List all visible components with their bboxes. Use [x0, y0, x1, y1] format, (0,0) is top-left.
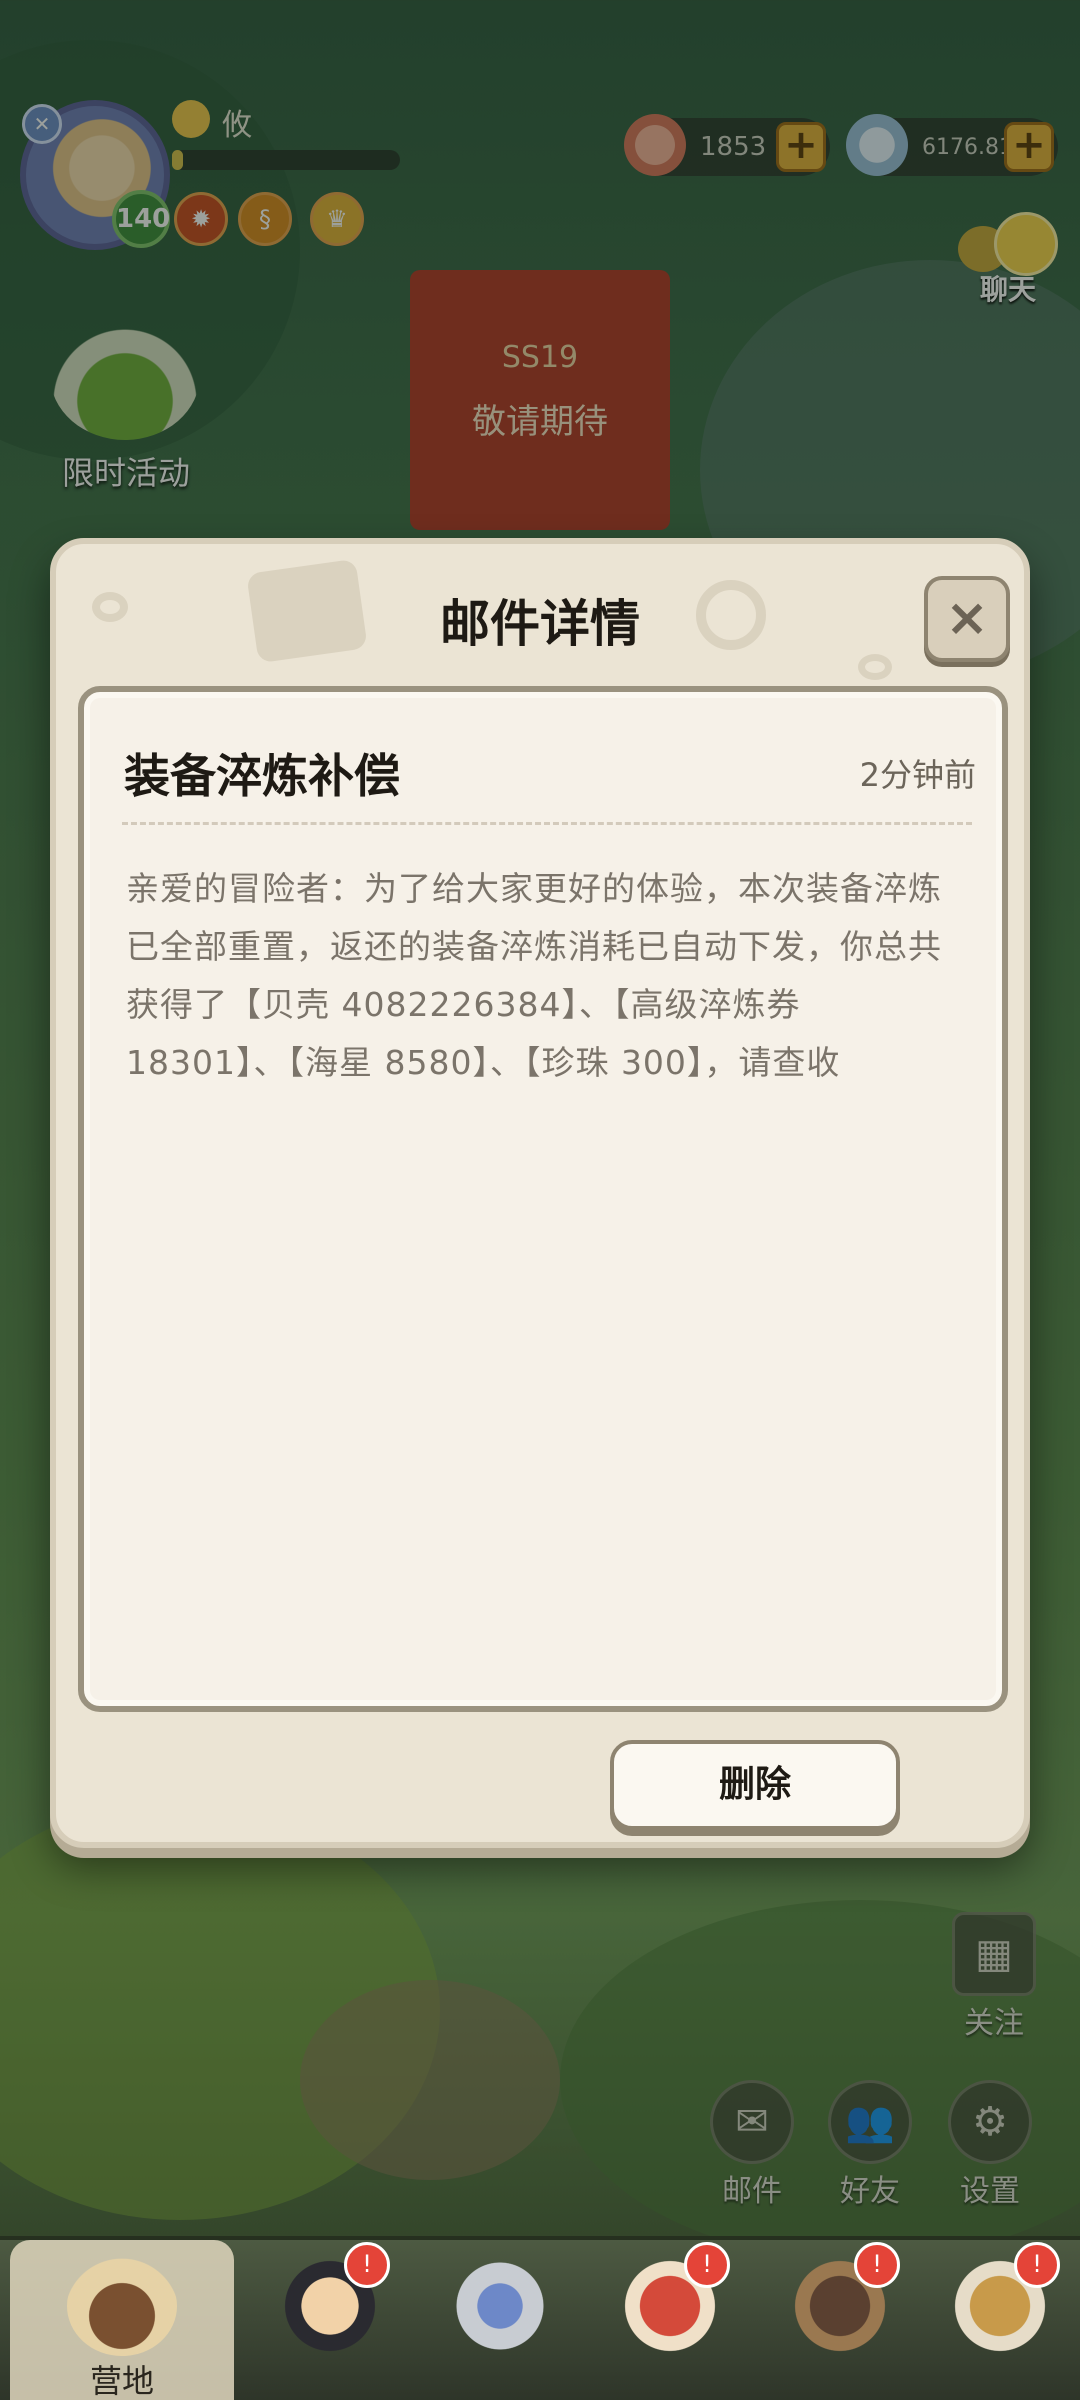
nav-item-tribe[interactable]: ! [920, 2240, 1080, 2400]
nav-item-label: 营地 [89, 2362, 154, 2400]
delete-button[interactable]: 删除 [610, 1740, 900, 1830]
mail-content-panel: 装备淬炼补偿 2分钟前 亲爱的冒险者：为了给大家更好的体验，本次装备淬炼已全部重… [78, 686, 1008, 1712]
nav-item-camp[interactable]: 营地 [10, 2240, 234, 2400]
mail-detail-dialog: 邮件详情 × 装备淬炼补偿 2分钟前 亲爱的冒险者：为了给大家更好的体验，本次装… [50, 538, 1030, 1848]
nav-item-equipment[interactable] [420, 2240, 580, 2400]
spot-decoration-icon [858, 654, 892, 680]
notification-bell-icon: ! [684, 2242, 730, 2288]
notification-bell-icon: ! [1014, 2242, 1060, 2288]
divider [122, 822, 972, 825]
notification-bell-icon: ! [344, 2242, 390, 2288]
bottom-nav: 营地 ! ! ! ! [0, 2236, 1080, 2400]
notification-bell-icon: ! [854, 2242, 900, 2288]
mail-body-text: 亲爱的冒险者：为了给大家更好的体验，本次装备淬炼已全部重置，返还的装备淬炼消耗已… [126, 869, 942, 1082]
mail-subject: 装备淬炼补偿 [124, 749, 400, 803]
mail-timestamp: 2分钟前 [859, 756, 976, 794]
nav-item-shop[interactable]: ! [760, 2240, 920, 2400]
nav-item-pet[interactable]: ! [590, 2240, 750, 2400]
camp-mammoth-icon [67, 2256, 177, 2356]
close-button[interactable]: × [924, 576, 1010, 662]
close-icon: × [945, 588, 989, 648]
nav-item-hero[interactable]: ! [250, 2240, 410, 2400]
sword-shield-icon [445, 2256, 555, 2356]
dialog-title: 邮件详情 [440, 595, 640, 653]
